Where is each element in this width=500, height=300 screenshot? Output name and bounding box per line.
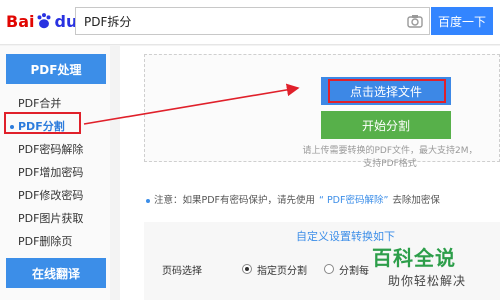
search-button[interactable]: 百度一下 [431, 7, 493, 35]
password-notice: 注意：如果PDF有密码保护，请先使用 “ PDF密码解除” 去除加密保 [146, 192, 500, 206]
sidebar-item-remove-password[interactable]: PDF密码解除 [0, 138, 110, 161]
annotation-highlight-sidebar [4, 112, 81, 134]
sidebar-item-add-password[interactable]: PDF增加密码 [0, 161, 110, 184]
sidebar-item-delete-pages[interactable]: PDF删除页 [0, 230, 110, 253]
upload-dropzone[interactable]: 点击选择文件 开始分割 请上传需要转换的PDF文件，最大支持2M， 支持PDF格… [144, 54, 500, 169]
sidebar: PDF处理 PDF合并 PDF分割 PDF密码解除 PDF增加密码 PDF修改密… [0, 46, 110, 300]
search-input[interactable] [76, 8, 396, 34]
paw-icon [38, 13, 51, 29]
radio-split-every[interactable] [324, 264, 334, 274]
upload-hint-line2: 支持PDF格式 [363, 159, 417, 169]
upload-hint-line1: 请上传需要转换的PDF文件，最大支持2M， [302, 146, 478, 156]
logo-du-text: du [54, 11, 78, 31]
logo-bai-text: Bai [6, 11, 35, 31]
watermark-logo: 百科全说 [372, 242, 492, 270]
watermark: 百科全说 助你轻松解决 [372, 242, 492, 298]
page-select-label: 页码选择 [162, 266, 202, 277]
radio-specified-pages-label[interactable]: 指定页分割 [257, 262, 307, 277]
sidebar-translate-button[interactable]: 在线翻译 [6, 258, 106, 288]
notice-password-link[interactable]: “ PDF密码解除” [319, 195, 388, 206]
watermark-main-text: 百科全说 [372, 245, 456, 270]
notice-prefix: 注意：如果PDF有密码保护，请先使用 [154, 195, 316, 206]
camera-icon[interactable] [407, 14, 423, 28]
watermark-sub-text: 助你轻松解决 [388, 274, 467, 288]
start-split-button[interactable]: 开始分割 [321, 111, 451, 139]
top-bar: Bai du 百度 百度一下 [0, 0, 500, 45]
upload-hint: 请上传需要转换的PDF文件，最大支持2M， 支持PDF格式 [285, 145, 495, 171]
search-box [75, 7, 430, 35]
page-root: Bai du 百度 百度一下 PDF处理 PDF合并 PDF分割 [0, 0, 500, 300]
bullet-icon [146, 198, 150, 203]
radio-split-every-label[interactable]: 分割每 [339, 262, 369, 277]
notice-suffix: 去除加密保 [392, 195, 440, 206]
sidebar-item-change-password[interactable]: PDF修改密码 [0, 184, 110, 207]
radio-specified-pages[interactable] [242, 264, 252, 274]
sidebar-item-extract-images[interactable]: PDF图片获取 [0, 207, 110, 230]
sidebar-title[interactable]: PDF处理 [6, 54, 106, 84]
annotation-highlight-button [328, 79, 446, 103]
